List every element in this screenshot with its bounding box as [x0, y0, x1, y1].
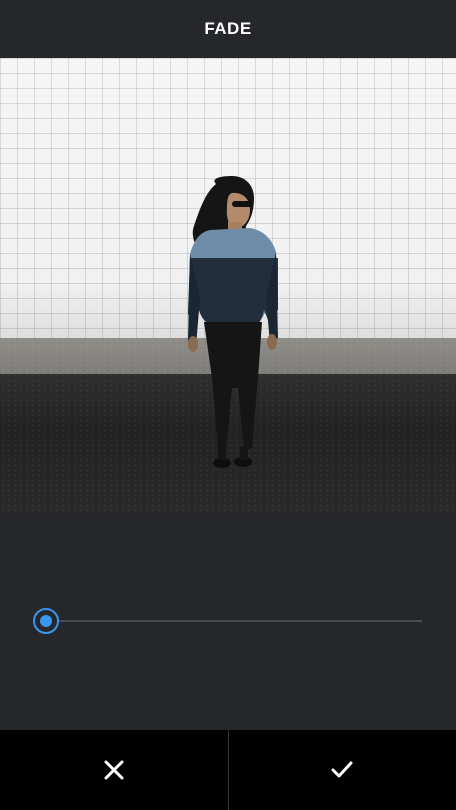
filter-editor: FADE: [0, 0, 456, 810]
checkmark-icon: [330, 760, 354, 780]
cancel-button[interactable]: [0, 730, 228, 810]
header-bar: FADE: [0, 0, 456, 58]
adjustment-controls: [0, 513, 456, 730]
confirm-button[interactable]: [229, 730, 456, 810]
fade-slider-handle[interactable]: [33, 608, 59, 634]
action-bar: [0, 730, 456, 810]
photo-person: [188, 176, 278, 468]
photo-preview: [0, 58, 456, 513]
fade-slider-track[interactable]: [46, 620, 422, 622]
screen-title: FADE: [204, 19, 252, 38]
fade-slider[interactable]: [33, 606, 423, 636]
fade-slider-handle-dot: [40, 615, 52, 627]
close-icon: [103, 759, 125, 781]
